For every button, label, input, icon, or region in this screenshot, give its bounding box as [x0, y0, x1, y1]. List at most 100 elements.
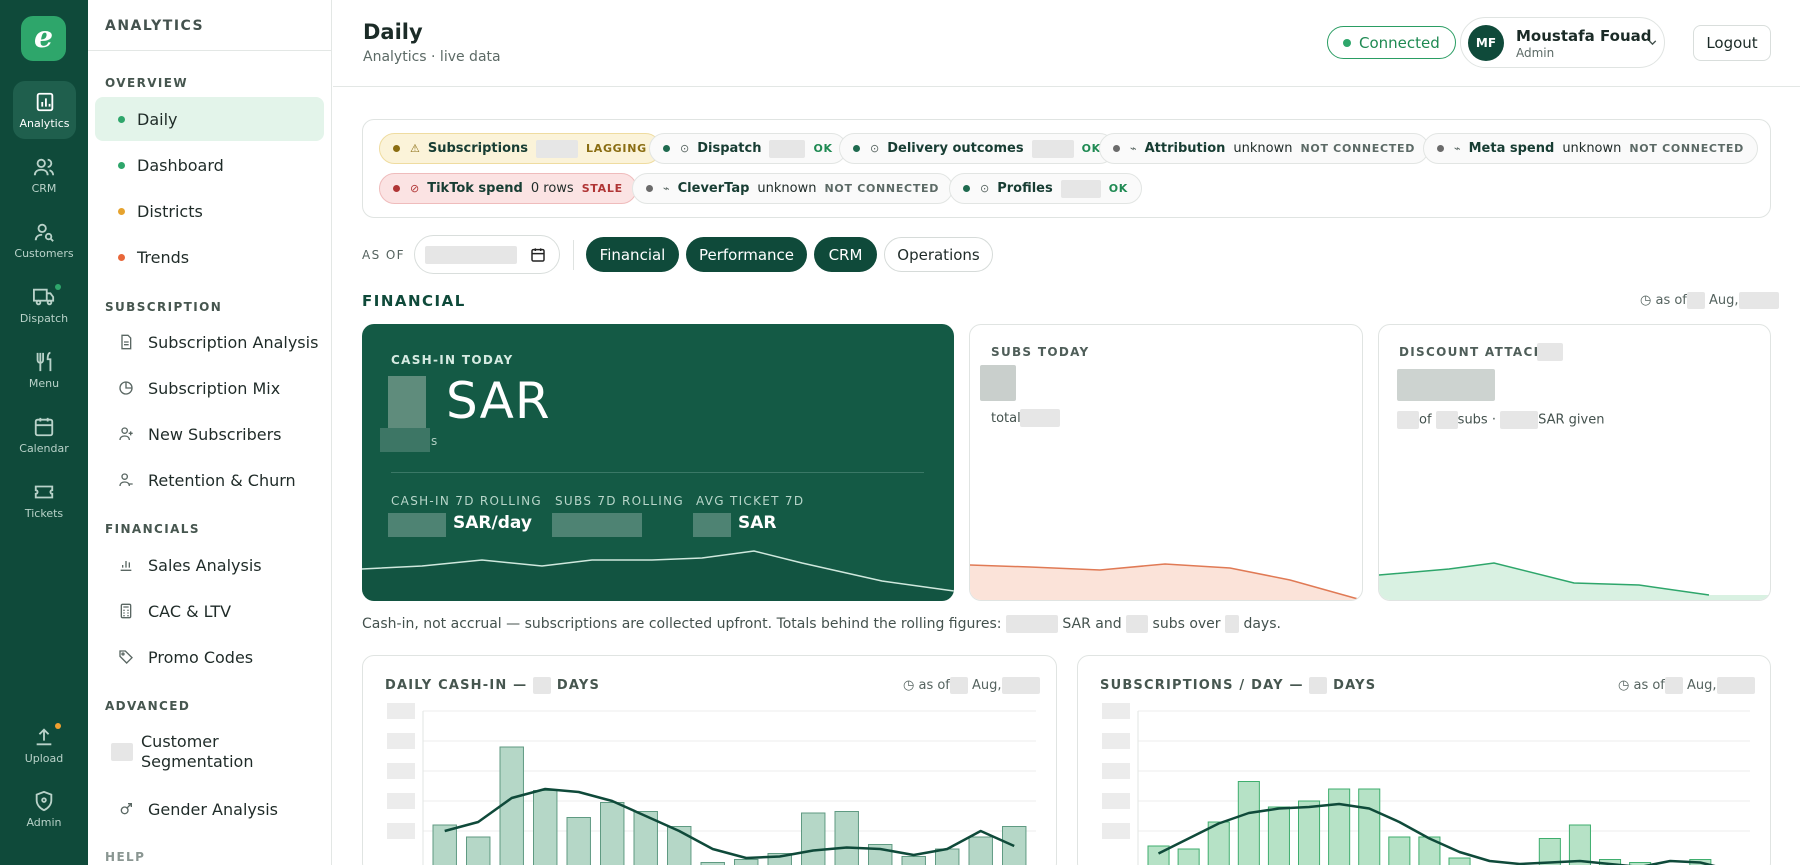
sidebar-item-gender-analysis[interactable]: Gender Analysis: [95, 787, 324, 831]
discount-given: SAR given: [1538, 412, 1605, 428]
y-tick-label: [1102, 763, 1130, 779]
daily-cash-in-chart: [387, 703, 1036, 865]
as-of-label: AS OF: [362, 248, 405, 262]
y-tick-label: [1102, 793, 1130, 809]
app-logo[interactable]: e: [21, 16, 66, 61]
sidebar-item-subscription-analysis[interactable]: Subscription Analysis: [95, 320, 324, 364]
sidebar-item-subscription-mix[interactable]: Subscription Mix: [95, 366, 324, 410]
as-of-prefix: as of: [1655, 293, 1687, 308]
chart-title-a: DAILY CASH-IN —: [385, 678, 528, 693]
sidebar-item-customer-segmentation[interactable]: Customer Segmentation: [95, 728, 324, 776]
chart-as-of: ◷ as of Aug,: [1618, 677, 1755, 694]
financial-footnote: Cash-in, not accrual — subscriptions are…: [362, 615, 1281, 633]
as-of-month: Aug,: [1687, 678, 1717, 693]
chip-state: OK: [813, 142, 833, 155]
sidebar-item-retention-churn[interactable]: Retention & Churn: [95, 458, 324, 502]
status-dot: [1343, 38, 1351, 47]
bar: [834, 811, 859, 865]
chip-name: Subscriptions: [427, 141, 529, 156]
sidebar-item-districts[interactable]: Districts: [95, 189, 324, 233]
rail-label: CRM: [31, 182, 57, 195]
trend-line: [444, 787, 1015, 860]
footnote-text-b: SAR and: [1062, 616, 1122, 632]
chart-title: DAILY CASH-IN — DAYS: [385, 677, 600, 694]
chip-delivery-outcomes[interactable]: ⊙ Delivery outcomes OK: [839, 133, 1115, 164]
y-tick-label: [1102, 733, 1130, 749]
sidebar-item-cac-ltv[interactable]: CAC & LTV: [95, 589, 324, 633]
chip-tiktok-spend[interactable]: ⊘ TikTok spend 0 rows STALE: [379, 173, 637, 204]
y-tick-label: [387, 763, 415, 779]
user-search-icon: [34, 223, 54, 242]
upload-status-dot: [55, 723, 61, 729]
user-plus-icon: [119, 427, 133, 441]
tab-financial[interactable]: Financial: [586, 237, 679, 272]
chart-title-a: SUBSCRIPTIONS / DAY —: [1100, 678, 1304, 693]
chip-clevertap[interactable]: ⌁ CleverTap unknown NOT CONNECTED: [632, 173, 954, 204]
chip-value: [1031, 139, 1074, 158]
rail-item-customers[interactable]: Customers: [0, 221, 88, 260]
bar: [734, 859, 759, 865]
tab-operations[interactable]: Operations: [884, 237, 993, 272]
tab-performance[interactable]: Performance: [686, 237, 807, 272]
user-menu[interactable]: MF Moustafa Fouad Admin: [1460, 17, 1665, 68]
y-tick-label: [387, 703, 415, 719]
cash-in-unit: SAR: [446, 372, 551, 430]
chip-name: Dispatch: [697, 141, 762, 156]
section-financials: FINANCIALS: [105, 522, 200, 536]
section-help: HELP: [105, 850, 146, 864]
tab-crm[interactable]: CRM: [814, 237, 877, 272]
sidebar-item-new-subscribers[interactable]: New Subscribers: [95, 412, 324, 456]
sidebar-item-trends[interactable]: Trends: [95, 235, 324, 279]
discount-attach-suffix: [1537, 343, 1563, 361]
as-of-year: [1738, 292, 1779, 309]
subs-total-value: [1020, 409, 1060, 427]
chip-subscriptions[interactable]: ⚠ Subscriptions LAGGING: [379, 133, 661, 164]
chip-attribution[interactable]: ⌁ Attribution unknown NOT CONNECTED: [1099, 133, 1430, 164]
chip-profiles[interactable]: ⊙ Profiles OK: [949, 173, 1143, 204]
status-dot: [853, 145, 860, 152]
sidebar-item-label: Subscription Mix: [148, 378, 281, 398]
rail-item-crm[interactable]: CRM: [0, 156, 88, 195]
chip-meta-spend[interactable]: ⌁ Meta spend unknown NOT CONNECTED: [1423, 133, 1758, 164]
rail-item-calendar[interactable]: Calendar: [0, 416, 88, 455]
bar: [499, 746, 524, 865]
discount-subs: subs ·: [1457, 412, 1496, 428]
bar: [533, 790, 558, 865]
rail-item-tickets[interactable]: Tickets: [0, 481, 88, 520]
pie-icon: [119, 381, 133, 395]
sidebar-item-promo-codes[interactable]: Promo Codes: [95, 635, 324, 679]
sidebar-item-sales-analysis[interactable]: Sales Analysis: [95, 543, 324, 587]
rail-item-dispatch[interactable]: Dispatch: [0, 286, 88, 325]
y-tick-label: [387, 823, 415, 839]
calendar-icon[interactable]: [530, 247, 546, 263]
rail-label: Calendar: [19, 442, 69, 455]
chip-name: Profiles: [997, 181, 1053, 196]
section-advanced: ADVANCED: [105, 699, 191, 713]
chip-dispatch[interactable]: ⊙ Dispatch OK: [649, 133, 847, 164]
sidebar-item-label: New Subscribers: [148, 424, 282, 444]
chip-state: NOT CONNECTED: [824, 182, 940, 195]
sidebar-item-label: Retention & Churn: [148, 470, 296, 490]
calculator-icon: [120, 603, 132, 619]
rail-item-upload[interactable]: Upload: [0, 726, 88, 765]
discount-total: [1435, 411, 1458, 429]
as-of-date-input[interactable]: [414, 235, 560, 274]
chart-title: SUBSCRIPTIONS / DAY — DAYS: [1100, 677, 1376, 694]
sidebar-item-dashboard[interactable]: Dashboard: [95, 143, 324, 187]
status-dot: [646, 185, 653, 192]
chip-state: OK: [1108, 182, 1129, 195]
rail-item-admin[interactable]: Admin: [0, 790, 88, 829]
sidebar-item-label: Districts: [137, 201, 203, 221]
sidebar-item-label: Daily: [137, 109, 178, 129]
rail-item-analytics[interactable]: Analytics: [13, 81, 76, 139]
subs-sparkline: [970, 563, 1360, 600]
logout-button[interactable]: Logout: [1693, 25, 1771, 61]
sidebar-title: ANALYTICS: [88, 0, 331, 51]
sidebar-item-label: Subscription Analysis: [148, 332, 319, 352]
check-circle-icon: ⊙: [870, 142, 880, 155]
sidebar-item-daily[interactable]: Daily: [95, 97, 324, 141]
sidebar-item-label: Dashboard: [137, 155, 224, 175]
truck-icon: [33, 288, 55, 306]
rail-item-menu[interactable]: Menu: [0, 351, 88, 390]
check-circle-icon: ⊙: [680, 142, 690, 155]
